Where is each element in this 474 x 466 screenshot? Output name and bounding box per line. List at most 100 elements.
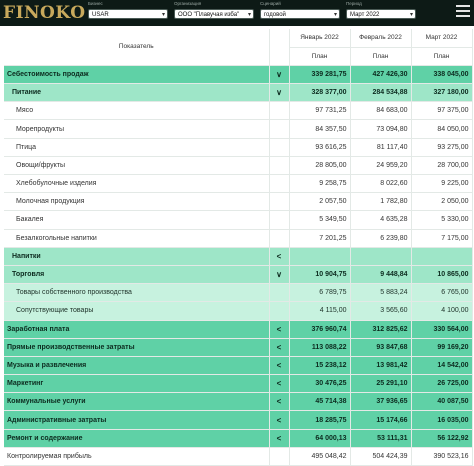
row-label: Торговля xyxy=(4,265,270,285)
chevron-left-icon[interactable]: < xyxy=(277,325,282,334)
table-row[interactable]: Коммунальные услуги <45 714,38 37 936,65 40… xyxy=(4,392,473,412)
organization-select[interactable]: ООО "Плавучая изба" ▾ xyxy=(174,9,254,19)
table-row[interactable]: Прямые производственные затраты <113 088,… xyxy=(4,338,473,357)
plan-value: 14 542,00 xyxy=(411,356,473,376)
chevron-left-icon[interactable]: < xyxy=(277,434,282,443)
plan-value: 390 523,16 xyxy=(411,447,473,466)
plan-value: 73 094,80 xyxy=(350,119,412,139)
plan-value: 7 201,25 xyxy=(289,229,351,248)
plan-value xyxy=(350,247,412,266)
business-select-value: USAR xyxy=(92,12,109,18)
row-label: Музыка и развлечения xyxy=(4,356,270,376)
header-plan: План xyxy=(350,47,412,66)
report-table: Показатель Январь 2022 Февраль 2022 Март… xyxy=(4,29,473,466)
table-row[interactable]: Себестоимость продаж ∨ 339 281,75 427 426,3… xyxy=(4,65,473,85)
table-row[interactable]: Музыка и развлечения <15 238,12 13 981,42 1… xyxy=(4,356,473,376)
plan-value: 56 122,92 xyxy=(411,429,473,448)
chevron-left-icon[interactable]: < xyxy=(277,416,282,425)
period-select[interactable]: Март 2022 ▾ xyxy=(346,9,416,19)
table-row[interactable]: Заработная плата <376 960,74 312 825,62 330… xyxy=(4,320,473,339)
plan-value: 25 291,10 xyxy=(350,374,412,394)
plan-value: 13 981,42 xyxy=(350,356,412,376)
menu-icon[interactable] xyxy=(456,5,470,19)
plan-value: 376 960,74 xyxy=(289,320,351,339)
plan-value: 5 883,24 xyxy=(350,283,412,303)
chevron-down-icon: ▾ xyxy=(247,12,251,18)
plan-value: 37 936,65 xyxy=(350,392,412,412)
row-label: Себестоимость продаж xyxy=(4,65,270,85)
row-label: Маркетинг xyxy=(4,374,270,394)
plan-value: 427 426,30 xyxy=(350,65,412,85)
table-header-months: Показатель Январь 2022 Февраль 2022 Март… xyxy=(4,29,473,66)
plan-value: 495 048,42 xyxy=(289,447,351,466)
plan-value: 15 174,66 xyxy=(350,410,412,430)
row-label: Напитки xyxy=(4,247,270,266)
row-label: Товары собственного производства xyxy=(4,283,270,303)
table-row[interactable]: Административные затраты <18 285,75 15 174… xyxy=(4,410,473,430)
table-row[interactable]: Маркетинг <30 476,25 25 291,10 26 725,00 xyxy=(4,374,473,394)
header-month: Январь 2022 xyxy=(289,29,351,48)
row-label: Морепродукты xyxy=(4,119,270,139)
table-row: Хлебобулочные изделия 9 258,75 8 022,60 9 2… xyxy=(4,174,473,194)
period-filter-label: Период xyxy=(346,1,362,6)
plan-value: 328 377,00 xyxy=(289,83,351,103)
app-logo: FINOKO xyxy=(3,3,86,23)
chevron-down-icon[interactable]: ∨ xyxy=(276,88,282,97)
row-label: Прямые производственные затраты xyxy=(4,338,270,357)
row-label: Овощи/фрукты xyxy=(4,156,270,176)
chevron-left-icon[interactable]: < xyxy=(277,379,282,388)
chevron-left-icon[interactable]: < xyxy=(277,252,282,261)
table-row: Молочная продукция 2 057,50 1 782,80 2 050,… xyxy=(4,192,473,212)
plan-value xyxy=(411,247,473,266)
row-label: Коммунальные услуги xyxy=(4,392,270,412)
chevron-down-icon: ▾ xyxy=(161,12,165,18)
table-row[interactable]: Ремонт и содержание <64 000,13 53 111,31 56… xyxy=(4,429,473,448)
chevron-down-icon[interactable]: ∨ xyxy=(276,70,282,79)
plan-value: 84 050,00 xyxy=(411,119,473,139)
table-row: Товары собственного производства 6 789,75… xyxy=(4,283,473,303)
plan-value: 327 180,00 xyxy=(411,83,473,103)
plan-value: 10 904,75 xyxy=(289,265,351,285)
plan-value: 45 714,38 xyxy=(289,392,351,412)
plan-value: 8 022,60 xyxy=(350,174,412,194)
plan-value: 504 424,39 xyxy=(350,447,412,466)
table-row: Птица 93 616,25 81 117,40 93 275,00 xyxy=(4,138,473,157)
plan-value: 5 349,50 xyxy=(289,210,351,230)
header-month: Март 2022 xyxy=(411,29,473,48)
table-row[interactable]: Напитки < xyxy=(4,247,473,266)
plan-value: 6 239,80 xyxy=(350,229,412,248)
plan-value: 284 534,88 xyxy=(350,83,412,103)
row-label: Молочная продукция xyxy=(4,192,270,212)
plan-value: 28 700,00 xyxy=(411,156,473,176)
plan-value: 84 683,00 xyxy=(350,101,412,121)
plan-value: 6 765,00 xyxy=(411,283,473,303)
top-bar: FINOKO Бизнес USAR ▾ Организация ООО "Пл… xyxy=(0,0,474,26)
chevron-left-icon[interactable]: < xyxy=(277,361,282,370)
chevron-left-icon[interactable]: < xyxy=(277,397,282,406)
plan-value xyxy=(289,247,351,266)
plan-value: 4 100,00 xyxy=(411,301,473,321)
plan-value: 40 087,50 xyxy=(411,392,473,412)
chevron-left-icon[interactable]: < xyxy=(277,343,282,352)
plan-value: 97 731,25 xyxy=(289,101,351,121)
plan-value: 30 476,25 xyxy=(289,374,351,394)
plan-value: 10 865,00 xyxy=(411,265,473,285)
row-label: Сопутствующие товары xyxy=(4,301,270,321)
chevron-down-icon[interactable]: ∨ xyxy=(276,270,282,279)
scenario-select[interactable]: годовой ▾ xyxy=(260,9,340,19)
row-label: Питание xyxy=(4,83,270,103)
chevron-down-icon: ▾ xyxy=(333,12,337,18)
plan-value: 7 175,00 xyxy=(411,229,473,248)
row-label: Контролируемая прибыль xyxy=(4,447,270,466)
plan-value: 28 805,00 xyxy=(289,156,351,176)
plan-value: 18 285,75 xyxy=(289,410,351,430)
table-row[interactable]: Питание ∨ 328 377,00 284 534,88 327 180,00 xyxy=(4,83,473,103)
table-row[interactable]: Торговля ∨ 10 904,75 9 448,84 10 865,00 xyxy=(4,265,473,285)
header-indicator: Показатель xyxy=(4,29,270,66)
plan-value: 9 258,75 xyxy=(289,174,351,194)
table-row: Бакалея 5 349,50 4 635,28 5 330,00 xyxy=(4,210,473,230)
period-select-value: Март 2022 xyxy=(350,12,380,18)
plan-value: 64 000,13 xyxy=(289,429,351,448)
plan-value: 5 330,00 xyxy=(411,210,473,230)
business-select[interactable]: USAR ▾ xyxy=(88,9,168,19)
